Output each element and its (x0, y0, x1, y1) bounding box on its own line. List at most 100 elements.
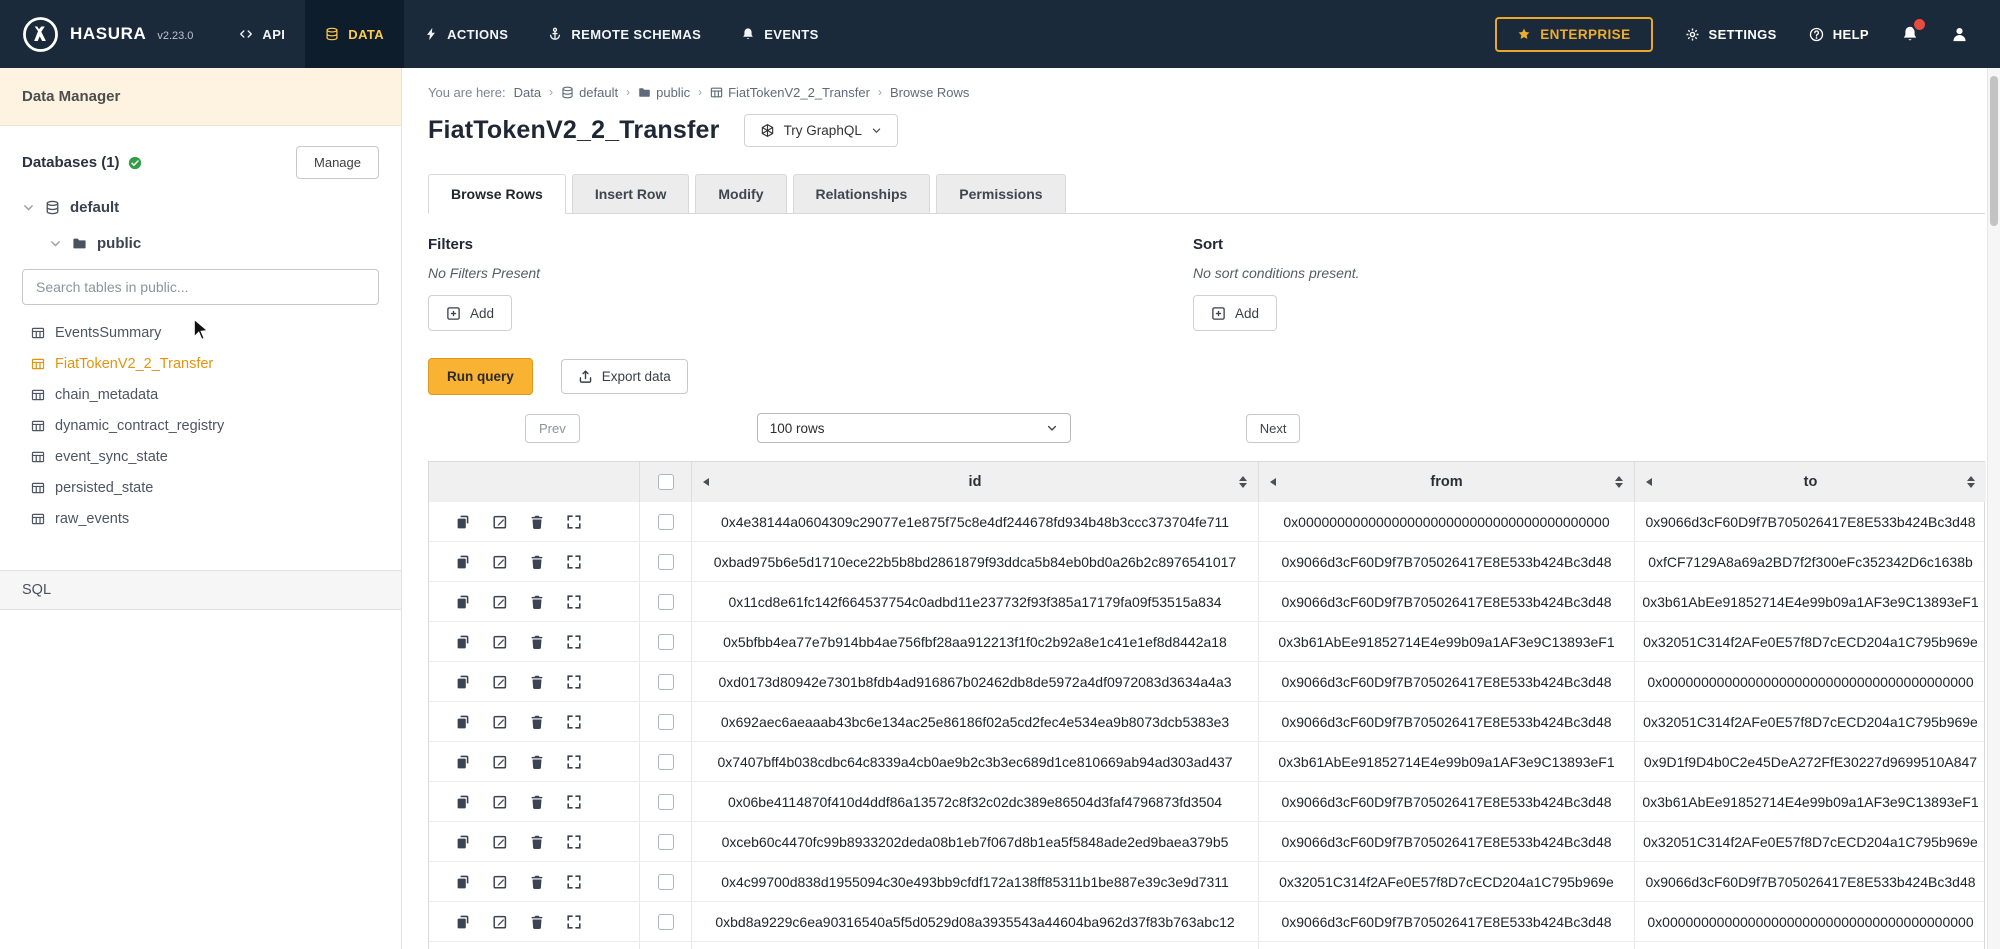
sidebar-table-raw-events[interactable]: raw_events (0, 503, 401, 534)
copy-row-button[interactable] (455, 634, 471, 650)
collapse-column-icon[interactable] (1646, 478, 1652, 486)
cell-id[interactable]: 0x5bfbb4ea77e7b914bb4ae756fbf28aa912213f… (691, 622, 1258, 661)
prev-page-button[interactable]: Prev (525, 414, 580, 443)
expand-row-button[interactable] (566, 794, 582, 810)
cell-id[interactable]: 0xceb60c4470fc99b8933202deda08b1eb7f067d… (691, 822, 1258, 861)
nav-item-data[interactable]: DATA (305, 0, 404, 68)
cell-from[interactable]: 0x00000000000000000000000000000000000000… (1258, 502, 1634, 541)
select-all-checkbox[interactable] (658, 474, 674, 490)
cell-to[interactable]: 0x32051C314f2AFe0E57f8D7cECD204a1C795b96… (1634, 622, 1986, 661)
add-sort-button[interactable]: Add (1193, 295, 1277, 331)
cell-from[interactable]: 0x9066d3cF60D9f7B705026417E8E533b424Bc3d… (1258, 662, 1634, 701)
tab-modify[interactable]: Modify (695, 174, 786, 213)
expand-row-button[interactable] (566, 594, 582, 610)
cell-from[interactable]: 0x9066d3cF60D9f7B705026417E8E533b424Bc3d… (1258, 542, 1634, 581)
export-data-button[interactable]: Export data (561, 359, 688, 394)
cell-to[interactable]: 0x32051C314f2AFe0E57f8D7cECD204a1C795b96… (1634, 822, 1986, 861)
edit-row-button[interactable] (492, 514, 508, 530)
edit-row-button[interactable] (492, 874, 508, 890)
sql-section[interactable]: SQL (0, 570, 401, 610)
cell-to[interactable]: 0x32051C314f2AFe0E57f8D7cECD204a1C795b96… (1634, 942, 1986, 949)
copy-row-button[interactable] (455, 554, 471, 570)
expand-row-button[interactable] (566, 834, 582, 850)
cell-id[interactable]: 0x11cd8e61fc142f664537754c0adbd11e237732… (691, 582, 1258, 621)
vertical-scrollbar[interactable] (1987, 68, 2000, 949)
sidebar-table-eventssummary[interactable]: EventsSummary (0, 317, 401, 348)
copy-row-button[interactable] (455, 674, 471, 690)
user-menu-button[interactable] (1951, 26, 1968, 43)
manage-button[interactable]: Manage (296, 146, 379, 179)
collapse-column-icon[interactable] (703, 478, 709, 486)
delete-row-button[interactable] (529, 554, 545, 570)
column-header-from[interactable]: from (1258, 462, 1634, 502)
sort-icon[interactable] (1239, 476, 1247, 488)
cell-from[interactable]: 0x9066d3cF60D9f7B705026417E8E533b424Bc3d… (1258, 902, 1634, 941)
delete-row-button[interactable] (529, 634, 545, 650)
cell-id[interactable]: 0x7407bff4b038cdbc64c8339a4cb0ae9b2c3b3e… (691, 742, 1258, 781)
row-checkbox[interactable] (658, 594, 674, 610)
cell-id[interactable]: 0xbd8a9229c6ea90316540a5f5d0529d08a39355… (691, 902, 1258, 941)
tab-browse-rows[interactable]: Browse Rows (428, 174, 566, 214)
cell-from[interactable]: 0x3b61AbEe91852714E4e99b09a1AF3e9C13893e… (1258, 742, 1634, 781)
delete-row-button[interactable] (529, 794, 545, 810)
expand-row-button[interactable] (566, 754, 582, 770)
tab-permissions[interactable]: Permissions (936, 174, 1065, 213)
expand-row-button[interactable] (566, 554, 582, 570)
delete-row-button[interactable] (529, 714, 545, 730)
copy-row-button[interactable] (455, 754, 471, 770)
sort-icon[interactable] (1615, 476, 1623, 488)
expand-row-button[interactable] (566, 914, 582, 930)
nav-item-actions[interactable]: ACTIONS (404, 0, 528, 68)
help-button[interactable]: HELP (1809, 27, 1869, 42)
delete-row-button[interactable] (529, 834, 545, 850)
row-checkbox[interactable] (658, 554, 674, 570)
search-tables-input[interactable] (22, 269, 379, 305)
cell-to[interactable]: 0x9066d3cF60D9f7B705026417E8E533b424Bc3d… (1634, 502, 1986, 541)
copy-row-button[interactable] (455, 714, 471, 730)
row-checkbox[interactable] (658, 674, 674, 690)
cell-from[interactable]: 0x32051C314f2AFe0E57f8D7cECD204a1C795b96… (1258, 862, 1634, 901)
nav-item-remote-schemas[interactable]: REMOTE SCHEMAS (528, 0, 721, 68)
cell-id[interactable]: 0x06be4114870f410d4ddf86a13572c8f32c02dc… (691, 782, 1258, 821)
copy-row-button[interactable] (455, 594, 471, 610)
scrollbar-thumb[interactable] (1990, 76, 1998, 226)
copy-row-button[interactable] (455, 794, 471, 810)
edit-row-button[interactable] (492, 594, 508, 610)
cell-to[interactable]: 0x00000000000000000000000000000000000000… (1634, 662, 1986, 701)
cell-from[interactable]: 0x3b61AbEe91852714E4e99b09a1AF3e9C13893e… (1258, 942, 1634, 949)
notifications-button[interactable] (1901, 25, 1919, 43)
edit-row-button[interactable] (492, 834, 508, 850)
row-checkbox[interactable] (658, 834, 674, 850)
try-graphql-button[interactable]: Try GraphQL (744, 114, 898, 147)
breadcrumb-item-data[interactable]: Data (514, 85, 541, 100)
next-page-button[interactable]: Next (1246, 414, 1301, 443)
cell-id[interactable]: 0xf1b17a44d587761a3b32d2ae29c3ed1fefafcf… (691, 942, 1258, 949)
cell-to[interactable]: 0x00000000000000000000000000000000000000… (1634, 902, 1986, 941)
edit-row-button[interactable] (492, 754, 508, 770)
copy-row-button[interactable] (455, 914, 471, 930)
delete-row-button[interactable] (529, 674, 545, 690)
tab-insert-row[interactable]: Insert Row (572, 174, 690, 213)
delete-row-button[interactable] (529, 914, 545, 930)
cell-to[interactable]: 0xfCF7129A8a69a2BD7f2f300eFc352342D6c163… (1634, 542, 1986, 581)
delete-row-button[interactable] (529, 594, 545, 610)
cell-from[interactable]: 0x9066d3cF60D9f7B705026417E8E533b424Bc3d… (1258, 702, 1634, 741)
delete-row-button[interactable] (529, 874, 545, 890)
breadcrumb-item-fiattokenv2-2-transfer[interactable]: FiatTokenV2_2_Transfer (710, 85, 870, 100)
delete-row-button[interactable] (529, 754, 545, 770)
cell-id[interactable]: 0x4e38144a0604309c29077e1e875f75c8e4df24… (691, 502, 1258, 541)
cell-to[interactable]: 0x9066d3cF60D9f7B705026417E8E533b424Bc3d… (1634, 862, 1986, 901)
copy-row-button[interactable] (455, 874, 471, 890)
cell-from[interactable]: 0x9066d3cF60D9f7B705026417E8E533b424Bc3d… (1258, 822, 1634, 861)
row-checkbox[interactable] (658, 874, 674, 890)
tree-database-default[interactable]: default (22, 189, 379, 225)
cell-id[interactable]: 0xd0173d80942e7301b8fdb4ad916867b02462db… (691, 662, 1258, 701)
row-checkbox[interactable] (658, 714, 674, 730)
sort-icon[interactable] (1967, 476, 1975, 488)
cell-id[interactable]: 0x4c99700d838d1955094c30e493bb9cfdf172a1… (691, 862, 1258, 901)
copy-row-button[interactable] (455, 514, 471, 530)
expand-row-button[interactable] (566, 714, 582, 730)
edit-row-button[interactable] (492, 714, 508, 730)
rows-per-page-select[interactable]: 100 rows (757, 413, 1071, 443)
enterprise-button[interactable]: ENTERPRISE (1495, 17, 1652, 52)
